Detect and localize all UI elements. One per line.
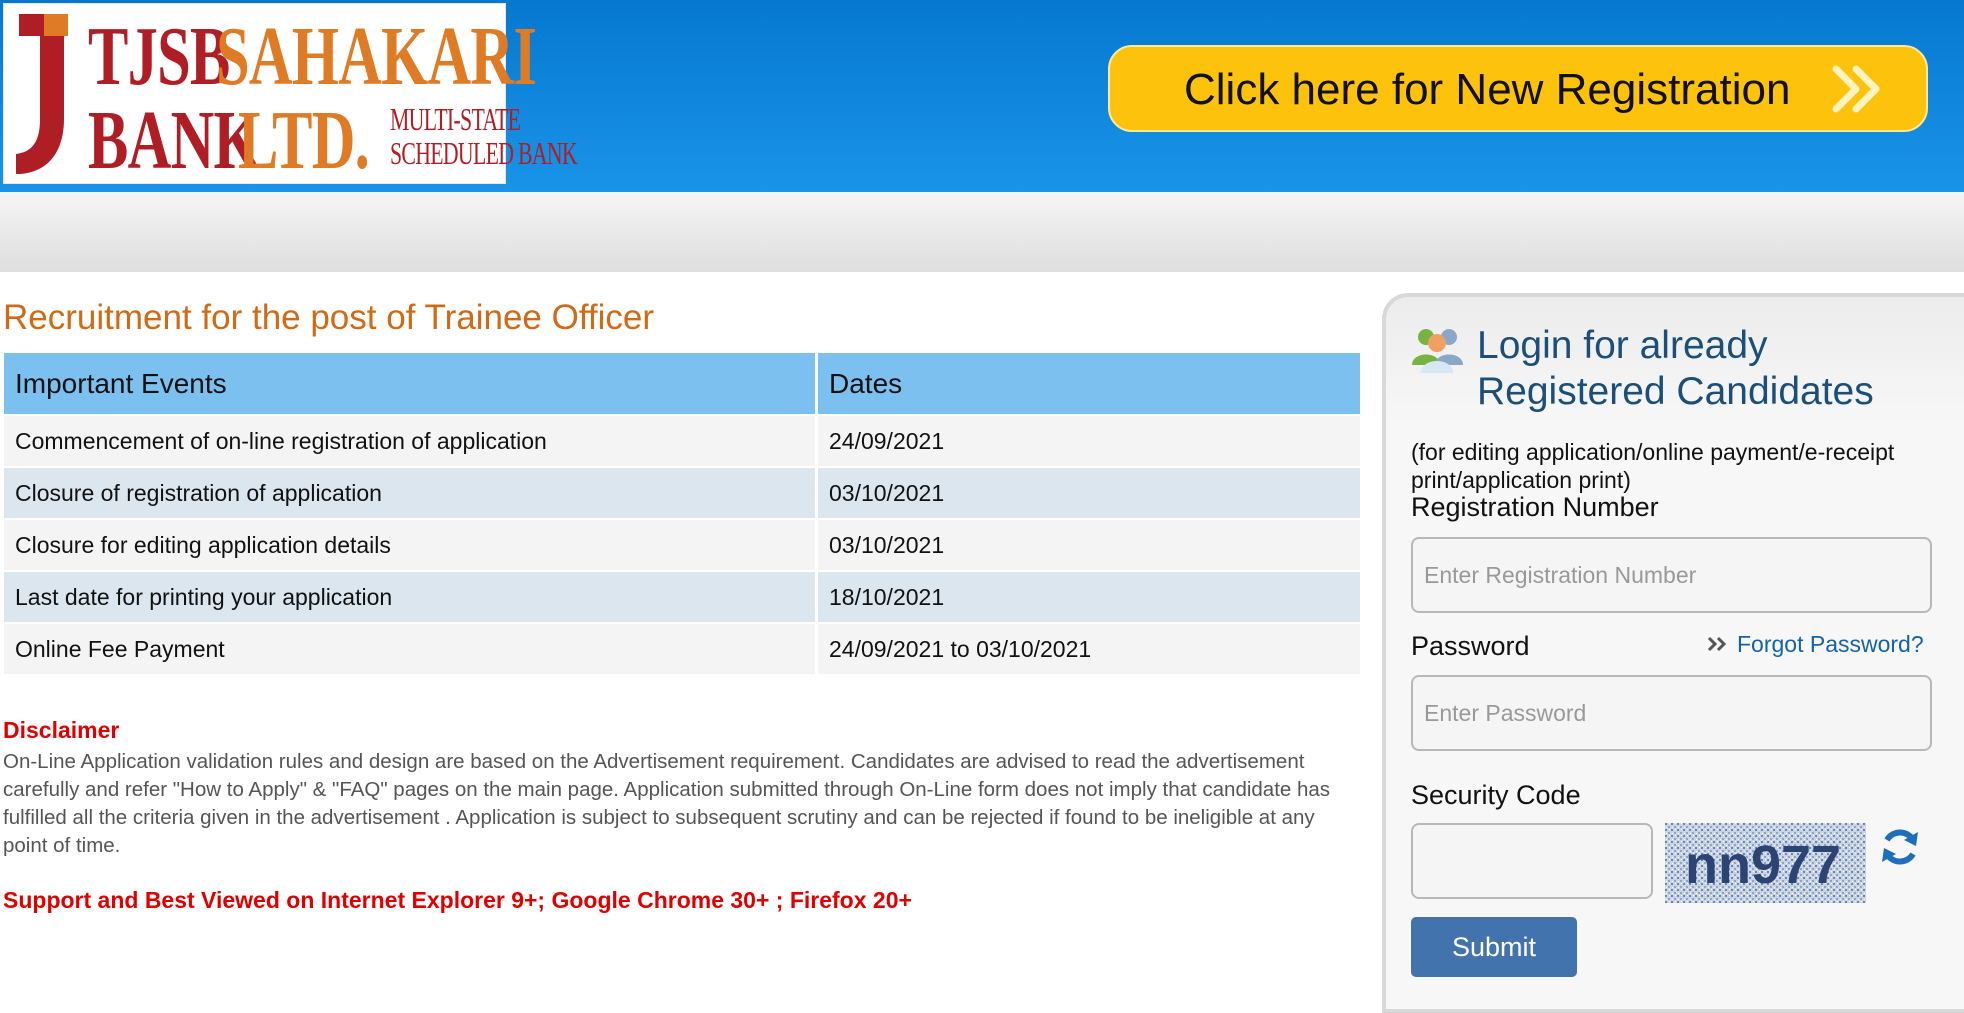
date-cell: 24/09/2021 bbox=[816, 414, 1363, 467]
logo-tagline: MULTI-STATE SCHEDULED BANK bbox=[390, 101, 578, 171]
date-cell: 18/10/2021 bbox=[816, 570, 1363, 623]
users-icon bbox=[1412, 329, 1463, 373]
page-title: Recruitment for the post of Trainee Offi… bbox=[3, 298, 655, 337]
submit-button[interactable]: Submit bbox=[1411, 917, 1577, 977]
disclaimer-title: Disclaimer bbox=[3, 717, 120, 743]
event-cell: Online Fee Payment bbox=[4, 622, 818, 674]
date-cell: 03/10/2021 bbox=[816, 518, 1363, 571]
table-row: Commencement of on-line registration of … bbox=[4, 414, 1363, 467]
registration-number-input[interactable]: Enter Registration Number bbox=[1411, 537, 1932, 613]
bank-logo[interactable]: TJSB SAHAKARI BANK LTD. MULTI-STATE SCHED… bbox=[3, 3, 578, 187]
password-label: Password bbox=[1411, 631, 1530, 661]
registration-number-label: Registration Number bbox=[1411, 492, 1659, 522]
logo-mark-icon bbox=[16, 14, 68, 174]
security-code-input[interactable] bbox=[1411, 823, 1653, 899]
date-cell: 03/10/2021 bbox=[816, 466, 1363, 519]
login-subtitle: (for editing application/online payment/… bbox=[1411, 439, 1895, 493]
browser-support-note: Support and Best Viewed on Internet Expl… bbox=[3, 887, 912, 913]
captcha-image: nn977 bbox=[1665, 823, 1866, 903]
logo-tagline-1: MULTI-STATE bbox=[390, 101, 521, 137]
logo-text-sahakari: SAHAKARI bbox=[216, 10, 537, 103]
refresh-icon[interactable] bbox=[1880, 826, 1920, 868]
forgot-password-label: Forgot Password? bbox=[1737, 631, 1924, 657]
table-row: Closure of registration of application 0… bbox=[4, 466, 1363, 519]
event-cell: Closure of registration of application bbox=[4, 466, 818, 519]
logo-text-tjsb: TJSB bbox=[88, 10, 230, 103]
logo-tagline-2: SCHEDULED BANK bbox=[390, 135, 578, 171]
new-registration-button[interactable]: Click here for New Registration bbox=[1108, 45, 1928, 132]
column-header-events: Important Events bbox=[4, 353, 818, 415]
important-events-table: Important Events Dates Commencement of o… bbox=[4, 353, 1363, 674]
double-chevron-right-icon bbox=[1707, 636, 1727, 652]
captcha-text: nn977 bbox=[1685, 835, 1841, 895]
login-title: Login for already Registered Candidates bbox=[1477, 323, 1874, 415]
login-title-line2: Registered Candidates bbox=[1477, 370, 1874, 413]
event-cell: Last date for printing your application bbox=[4, 570, 818, 623]
table-header-row: Important Events Dates bbox=[4, 353, 1363, 415]
date-cell: 24/09/2021 to 03/10/2021 bbox=[816, 622, 1363, 674]
nav-band bbox=[0, 192, 1964, 272]
login-title-line1: Login for already bbox=[1477, 324, 1768, 367]
security-code-label: Security Code bbox=[1411, 780, 1581, 810]
table-row: Last date for printing your application … bbox=[4, 570, 1363, 623]
header-bar: TJSB SAHAKARI BANK LTD. MULTI-STATE SCHED… bbox=[0, 0, 1964, 192]
event-cell: Closure for editing application details bbox=[4, 518, 818, 571]
forgot-password-link[interactable]: Forgot Password? bbox=[1707, 631, 1924, 658]
column-header-dates: Dates bbox=[816, 353, 1363, 415]
double-chevron-right-icon bbox=[1832, 65, 1880, 113]
event-cell: Commencement of on-line registration of … bbox=[4, 414, 818, 467]
password-input[interactable]: Enter Password bbox=[1411, 675, 1932, 751]
table-row: Online Fee Payment 24/09/2021 to 03/10/2… bbox=[4, 622, 1363, 674]
logo-text-bank: BANK bbox=[88, 94, 261, 187]
table-row: Closure for editing application details … bbox=[4, 518, 1363, 571]
disclaimer-text: On-Line Application validation rules and… bbox=[3, 750, 1331, 857]
new-registration-label: Click here for New Registration bbox=[1184, 65, 1791, 114]
logo-text-ltd: LTD. bbox=[238, 94, 370, 187]
